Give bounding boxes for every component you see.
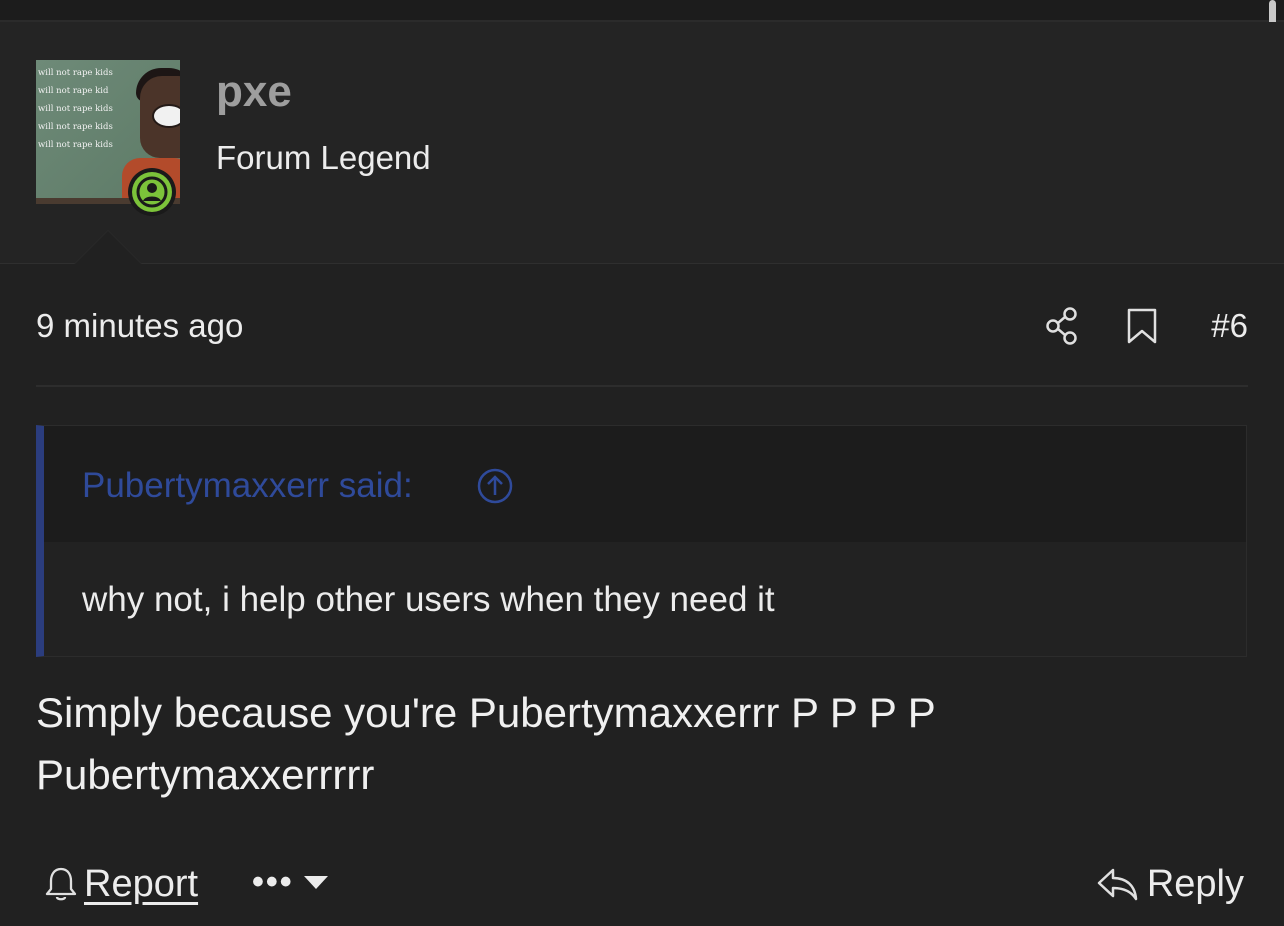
avatar-text-line: will not rape kids (38, 104, 113, 114)
report-label: Report (84, 863, 199, 905)
avatar-text-line: will not rape kids (38, 122, 113, 132)
post-message: Simply because you're Pubertymaxxerrr P … (36, 682, 1248, 806)
quote-author-link[interactable]: Pubertymaxxerr said: (82, 464, 413, 508)
bell-icon (45, 867, 77, 901)
more-dots-icon: ••• (252, 863, 294, 901)
reply-icon (1097, 868, 1138, 901)
more-options-button[interactable]: ••• (252, 863, 328, 901)
avatar-chalkboard-text: will not rape kids will not rape kid will … (38, 64, 113, 154)
post-actions: Report ••• Reply (36, 858, 1248, 910)
jump-to-quote-icon[interactable] (476, 467, 514, 505)
share-icon[interactable] (1044, 306, 1080, 346)
top-bar (0, 0, 1284, 22)
bookmark-icon[interactable] (1126, 306, 1158, 346)
chevron-down-icon (303, 875, 328, 889)
quote-header: Pubertymaxxerr said: (44, 426, 1246, 542)
user-header (0, 22, 1284, 264)
avatar-text-line: will not rape kids (38, 140, 113, 150)
post-number-link[interactable]: #6 (1211, 304, 1248, 348)
quote-text: why not, i help other users when they ne… (82, 580, 775, 619)
post-timestamp[interactable]: 9 minutes ago (36, 304, 243, 348)
online-status-badge (128, 168, 176, 216)
avatar-text-line: will not rape kids (38, 68, 113, 78)
quote-body: why not, i help other users when they ne… (44, 542, 1246, 656)
header-pointer (74, 230, 142, 264)
quote-block: Pubertymaxxerr said: why not, i help oth… (36, 425, 1247, 657)
divider (36, 385, 1248, 387)
user-icon (136, 176, 168, 208)
avatar-eye (152, 104, 180, 128)
report-button[interactable]: Report (44, 860, 198, 908)
user-title: Forum Legend (216, 139, 431, 176)
reply-button[interactable]: Reply (1095, 860, 1244, 908)
avatar-text-line: will not rape kid (38, 86, 109, 96)
username[interactable]: pxe (216, 64, 292, 120)
message-line: Pubertymaxxerrrrr (36, 751, 375, 798)
reply-label: Reply (1146, 863, 1244, 905)
message-line: Simply because you're Pubertymaxxerrr P … (36, 689, 936, 736)
post-meta: 9 minutes ago #6 (36, 304, 1248, 348)
